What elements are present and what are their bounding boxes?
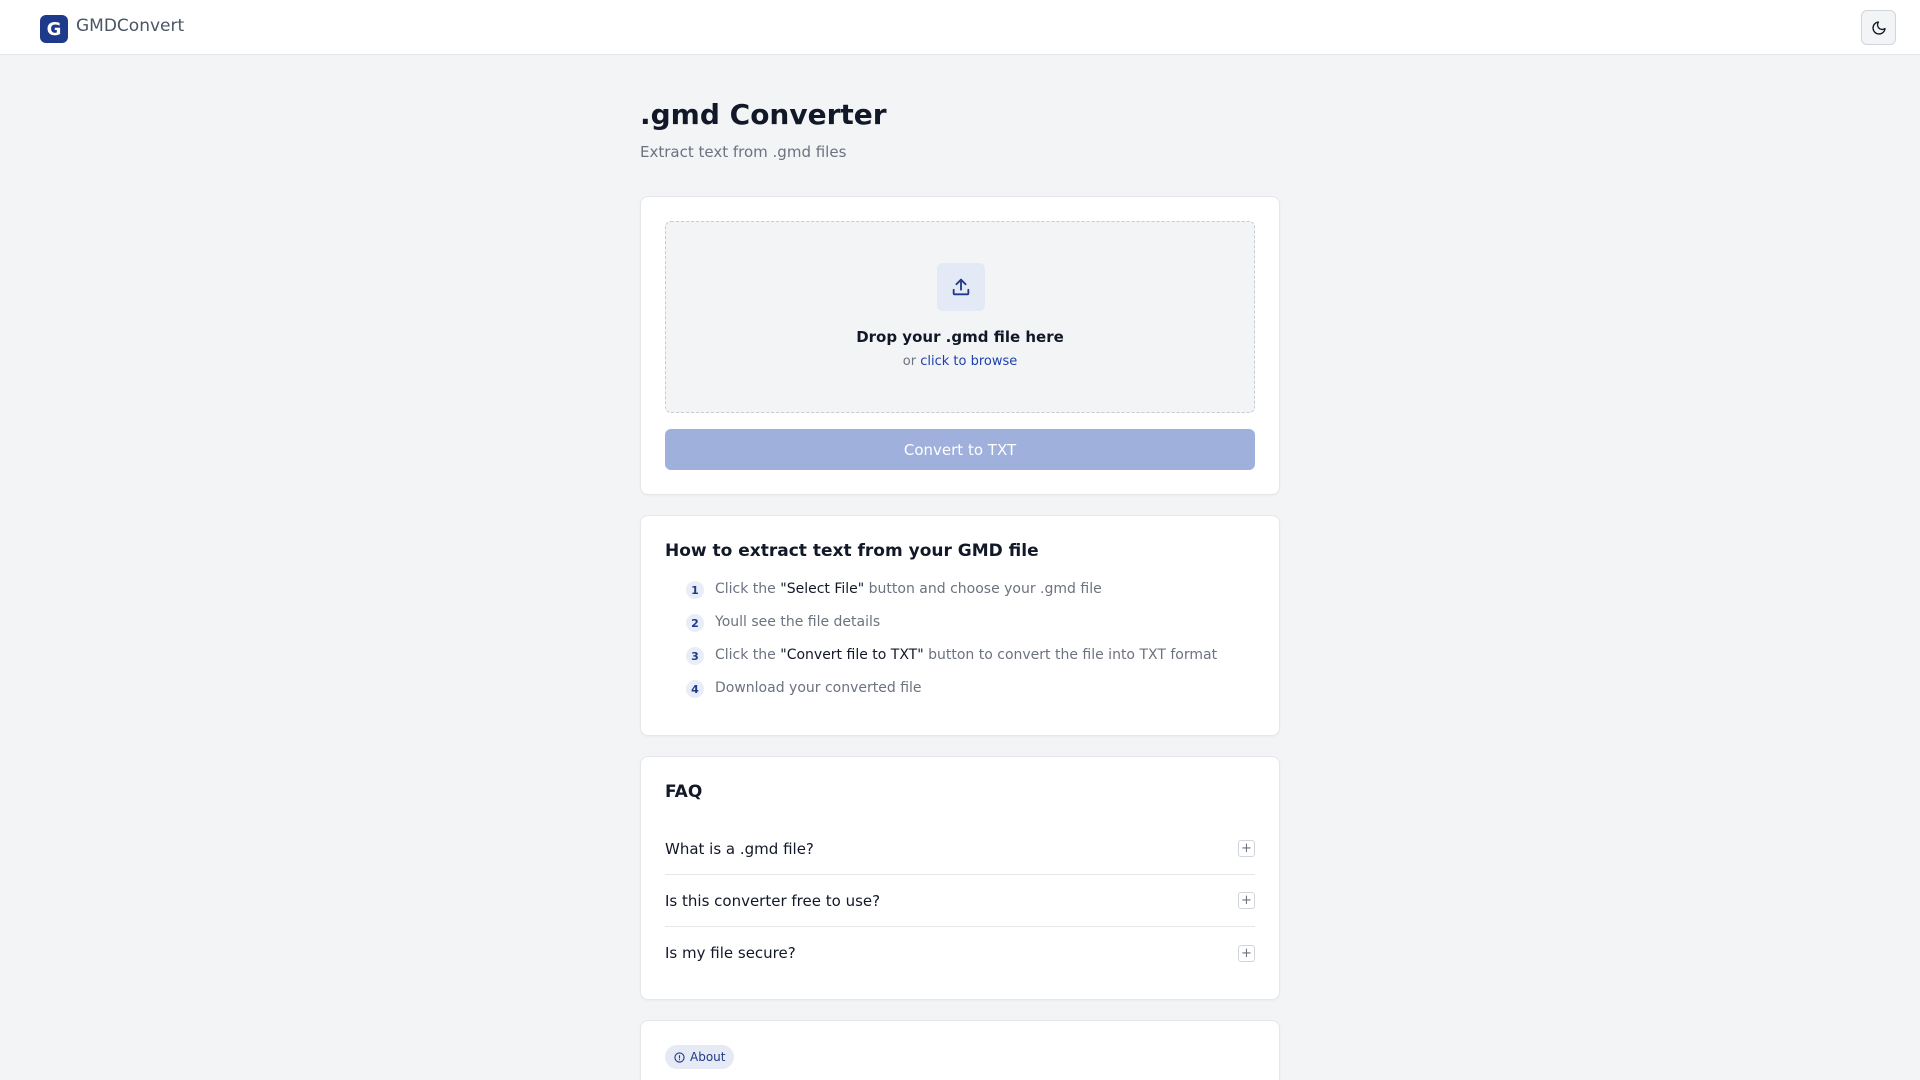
howto-step: 2 Youll see the file details — [686, 614, 1217, 647]
or-text: or — [902, 354, 917, 369]
faq-question: Is my file secure? — [665, 944, 796, 962]
howto-card: How to extract text from your GMD file 1… — [640, 515, 1280, 736]
faq-item[interactable]: Is this converter free to use? + — [665, 875, 1255, 927]
step-number: 3 — [686, 647, 704, 665]
step-number: 1 — [686, 581, 704, 599]
faq-question: What is a .gmd file? — [665, 839, 814, 858]
howto-step: 1 Click the "Select File" button and cho… — [686, 581, 1217, 614]
top-navbar: G GMDConvert — [0, 0, 1920, 55]
browse-link[interactable]: click to browse — [920, 354, 1017, 369]
step-text: Download your converted file — [715, 680, 922, 696]
faq-item[interactable]: What is a .gmd file? + — [665, 823, 1255, 875]
howto-heading: How to extract text from your GMD file — [665, 541, 1039, 561]
plus-icon[interactable]: + — [1238, 944, 1255, 962]
dropzone-title: Drop your .gmd file here — [856, 328, 1064, 346]
about-card: About — [640, 1020, 1280, 1080]
info-icon — [674, 1051, 685, 1063]
step-text: Click the "Convert file to TXT" button t… — [715, 647, 1218, 663]
about-badge-label: About — [690, 1050, 726, 1064]
plus-icon[interactable]: + — [1238, 892, 1255, 909]
howto-step: 4 Download your converted file — [686, 680, 1217, 713]
brand-name[interactable]: GMDConvert — [76, 16, 184, 36]
faq-question: Is this converter free to use? — [665, 891, 881, 910]
howto-steps: 1 Click the "Select File" button and cho… — [686, 581, 1217, 713]
convert-button[interactable]: Convert to TXT — [665, 429, 1255, 470]
faq-list: What is a .gmd file? + Is this converter… — [665, 823, 1255, 979]
upload-icon — [952, 278, 970, 296]
step-text: Click the "Select File" button and choos… — [715, 581, 1102, 597]
upload-icon-box — [937, 263, 985, 311]
about-badge: About — [665, 1045, 735, 1069]
step-number: 4 — [686, 680, 704, 698]
step-number: 2 — [686, 614, 704, 632]
moon-icon — [1871, 20, 1886, 35]
app-logo[interactable]: G — [40, 15, 68, 43]
howto-step: 3 Click the "Convert file to TXT" button… — [686, 647, 1217, 680]
logo-letter: G — [46, 18, 62, 40]
plus-icon[interactable]: + — [1238, 840, 1255, 857]
faq-item[interactable]: Is my file secure? + — [665, 927, 1255, 979]
page-title: .gmd Converter — [640, 98, 887, 131]
theme-toggle-button[interactable] — [1861, 10, 1896, 45]
page-subtitle: Extract text from .gmd files — [640, 143, 847, 161]
file-dropzone[interactable]: Drop your .gmd file here or click to bro… — [665, 221, 1255, 413]
step-text: Youll see the file details — [715, 614, 881, 630]
upload-card: Drop your .gmd file here or click to bro… — [640, 196, 1280, 495]
dropzone-subtitle: or click to browse — [666, 354, 1254, 369]
faq-card: FAQ What is a .gmd file? + Is this conve… — [640, 756, 1280, 1000]
faq-heading: FAQ — [665, 782, 703, 802]
